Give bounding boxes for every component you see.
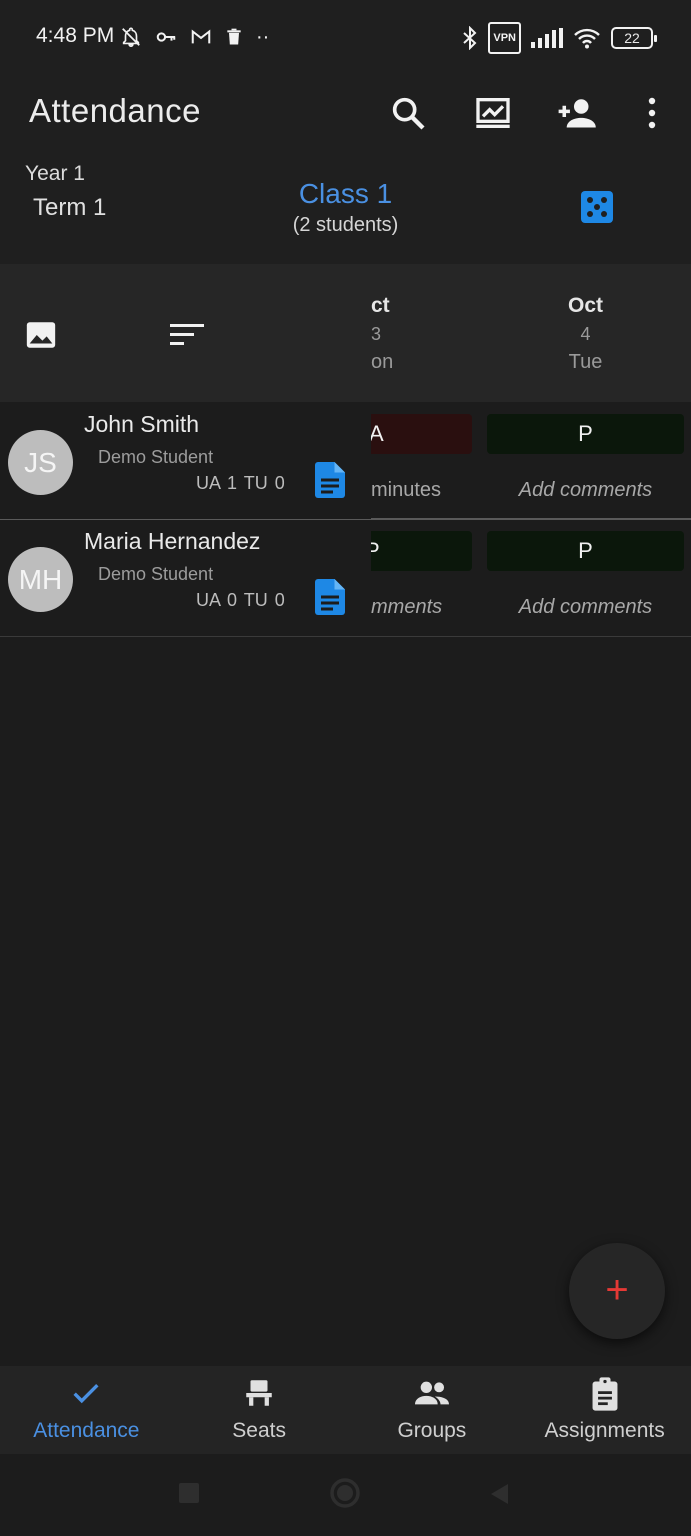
date-column-header[interactable]: ct 3 on [371, 294, 401, 374]
nav-seats[interactable]: Seats [173, 1366, 346, 1454]
date-day: 4 [580, 324, 591, 344]
avatar[interactable]: JS [8, 430, 73, 495]
student-info[interactable]: MH Maria Hernandez Demo Student UA 0 TU … [0, 520, 371, 636]
student-subtitle: Demo Student [98, 447, 214, 467]
recents-icon [179, 1483, 199, 1503]
attendance-cell[interactable]: P [371, 531, 472, 571]
system-navigation-bar [0, 1454, 691, 1536]
student-row: MH Maria Hernandez Demo Student UA 0 TU … [0, 520, 691, 637]
status-system-icons: VPN 22 [462, 22, 657, 54]
status-time: 4:48 PM [36, 24, 115, 47]
recents-button[interactable] [178, 1482, 200, 1509]
attendance-cells: P P mments Add comments [371, 520, 691, 636]
nav-label: Seats [232, 1419, 286, 1442]
chart-icon [476, 98, 510, 128]
dice-dot [587, 211, 593, 217]
nav-groups[interactable]: Groups [346, 1366, 519, 1454]
seat-icon [173, 1376, 346, 1410]
sort-button[interactable] [170, 322, 204, 353]
document-icon [315, 462, 345, 498]
comment-field[interactable]: Add comments [487, 596, 684, 619]
student-name: Maria Hernandez [84, 528, 261, 554]
notes-button[interactable] [315, 462, 345, 503]
add-person-icon [558, 99, 596, 128]
nav-label: Assignments [544, 1419, 665, 1442]
gmail-icon [191, 29, 211, 44]
key-icon [156, 32, 176, 42]
home-icon [330, 1478, 360, 1508]
clipboard-icon [518, 1376, 691, 1411]
student-info[interactable]: JS John Smith Demo Student UA 1 TU 0 [0, 403, 371, 519]
overflow-menu-icon [648, 97, 656, 129]
random-student-button[interactable] [581, 191, 613, 223]
wifi-icon [574, 28, 600, 49]
add-date-fab[interactable]: + [569, 1243, 665, 1339]
attendance-table-header: ct 3 on Oct 4 Tue [0, 264, 691, 402]
date-weekday: on [371, 351, 394, 373]
nav-label: Groups [397, 1419, 467, 1442]
attendance-cells: A P minutes Add comments [371, 403, 691, 519]
dice-dot [601, 197, 607, 203]
student-stats: UA 0 TU 0 [196, 590, 285, 610]
back-button[interactable] [488, 1482, 510, 1511]
search-icon [392, 97, 425, 130]
app-bar: Attendance [0, 74, 691, 156]
student-name: John Smith [84, 411, 200, 437]
dice-dot [601, 211, 607, 217]
groups-icon [346, 1376, 519, 1410]
date-month: Oct [567, 294, 603, 317]
search-button[interactable] [383, 88, 433, 138]
date-weekday: Tue [568, 351, 603, 373]
back-icon [491, 1484, 508, 1504]
student-stats: UA 1 TU 0 [196, 473, 285, 493]
dice-dot [594, 204, 600, 210]
attendance-cell[interactable]: A [371, 414, 472, 454]
nav-label: Attendance [33, 1419, 140, 1442]
add-student-button[interactable] [553, 88, 603, 138]
nav-attendance[interactable]: Attendance [0, 1366, 173, 1454]
overflow-menu-button[interactable] [627, 88, 677, 138]
mute-icon [122, 27, 140, 47]
page-title: Attendance [29, 92, 201, 129]
status-bar: 4:48 PM ·· VPN 22 [0, 0, 691, 74]
image-icon [26, 322, 56, 348]
avatar[interactable]: MH [8, 547, 73, 612]
date-day: 3 [371, 324, 382, 344]
student-subtitle: Demo Student [98, 564, 214, 584]
more-dots-icon: ·· [256, 26, 270, 48]
comment-field[interactable]: minutes [371, 479, 471, 502]
date-column-header[interactable]: Oct 4 Tue [487, 294, 684, 374]
nav-assignments[interactable]: Assignments [518, 1366, 691, 1454]
sort-icon [170, 324, 204, 345]
home-button[interactable] [329, 1477, 361, 1514]
notes-button[interactable] [315, 579, 345, 620]
student-row: JS John Smith Demo Student UA 1 TU 0 A P… [0, 403, 691, 520]
battery-icon: 22 [611, 27, 657, 49]
comment-field[interactable]: mments [371, 596, 471, 619]
bottom-navigation: Attendance Seats Groups Assignments [0, 1366, 691, 1454]
attendance-cell[interactable]: P [487, 531, 684, 571]
class-header: Year 1 Term 1 Class 1 (2 students) [0, 156, 691, 264]
dice-dot [587, 197, 593, 203]
vpn-icon: VPN [488, 22, 521, 54]
bluetooth-icon [463, 26, 477, 50]
comment-field[interactable]: Add comments [487, 479, 684, 502]
signal-icon [531, 28, 563, 48]
check-icon [0, 1376, 173, 1410]
attendance-cell[interactable]: P [487, 414, 684, 454]
date-month: ct [371, 294, 390, 317]
status-notification-icons: ·· [120, 24, 269, 50]
trash-icon [227, 28, 241, 45]
document-icon [315, 579, 345, 615]
report-button[interactable] [468, 88, 518, 138]
photo-toggle-button[interactable] [24, 318, 58, 357]
